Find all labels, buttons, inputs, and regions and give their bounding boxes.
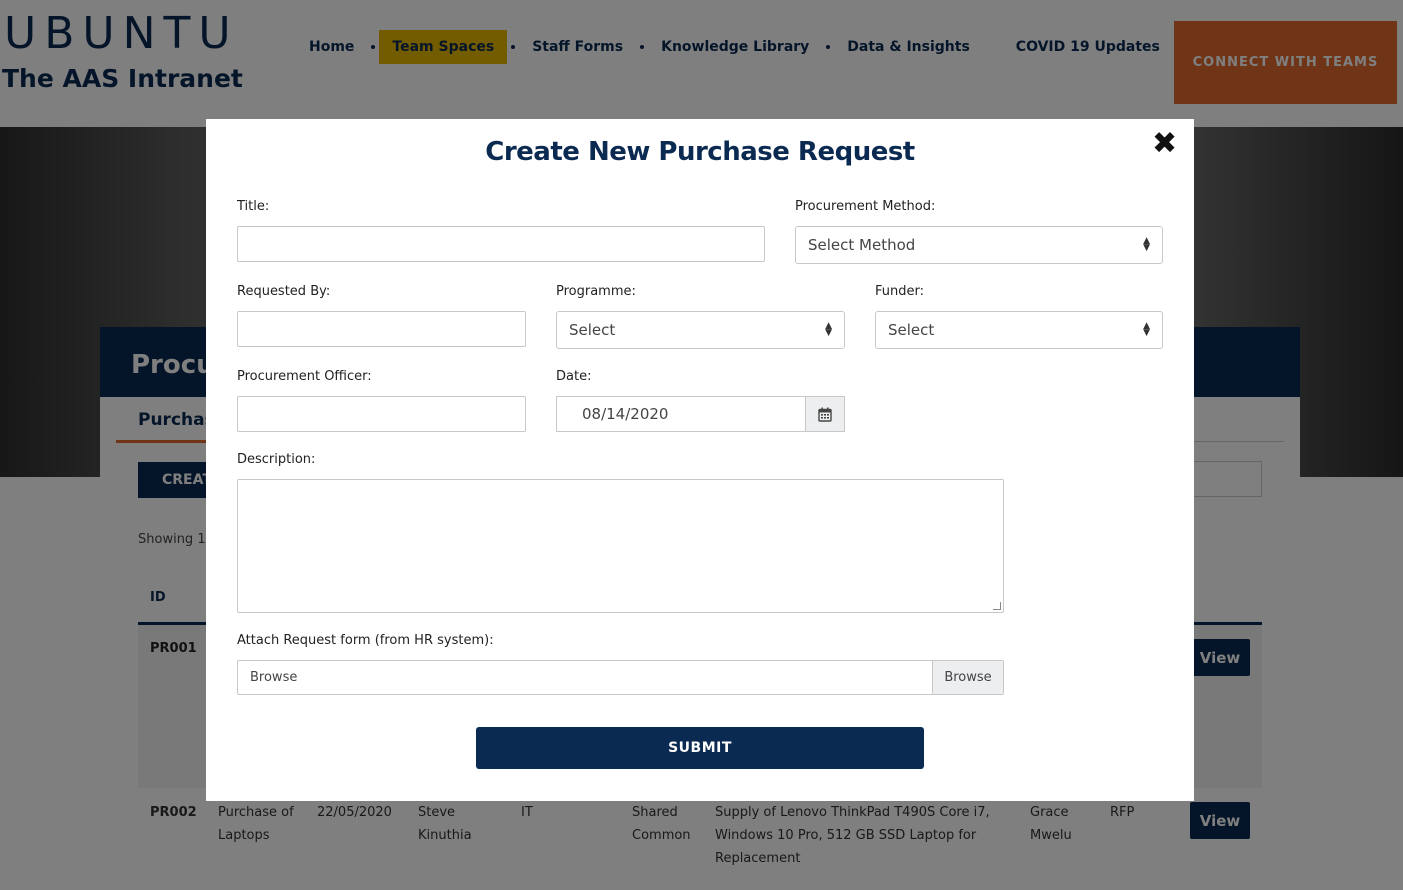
procurement-method-label: Procurement Method: [795,199,936,214]
purchase-request-modal: Create New Purchase Request ✖ Title: Pro… [206,119,1194,801]
date-value: 08/14/2020 [582,405,669,423]
programme-label: Programme: [556,284,636,299]
calendar-button[interactable] [805,396,845,432]
close-icon[interactable]: ✖ [1152,129,1177,159]
title-input[interactable] [237,226,765,262]
description-label: Description: [237,452,316,467]
modal-title: Create New Purchase Request [485,137,915,167]
resize-handle-icon[interactable] [993,602,1001,610]
title-label: Title: [237,199,270,214]
funder-select[interactable]: Select ▲ ▼ [875,311,1163,349]
select-arrows-icon: ▲ ▼ [1143,236,1150,253]
calendar-icon [818,407,832,422]
description-textarea[interactable] [237,479,1004,613]
procurement-officer-label: Procurement Officer: [237,369,372,384]
date-label: Date: [556,369,592,384]
procurement-officer-input[interactable] [237,396,526,432]
funder-value: Select [888,321,935,339]
date-input[interactable]: 08/14/2020 [556,396,806,432]
programme-select[interactable]: Select ▲ ▼ [556,311,845,349]
file-upload-input[interactable]: Browse Browse [237,660,1004,695]
procurement-method-select[interactable]: Select Method ▲ ▼ [795,226,1163,264]
attach-label: Attach Request form (from HR system): [237,633,494,648]
requested-by-label: Requested By: [237,284,331,299]
submit-button[interactable]: SUBMIT [476,727,924,769]
file-placeholder: Browse [250,670,298,685]
select-arrows-icon: ▲ ▼ [1143,321,1150,338]
procurement-method-value: Select Method [808,236,916,254]
requested-by-input[interactable] [237,311,526,347]
funder-label: Funder: [875,284,924,299]
select-arrows-icon: ▲ ▼ [825,321,832,338]
programme-value: Select [569,321,616,339]
browse-button[interactable]: Browse [932,661,1003,694]
